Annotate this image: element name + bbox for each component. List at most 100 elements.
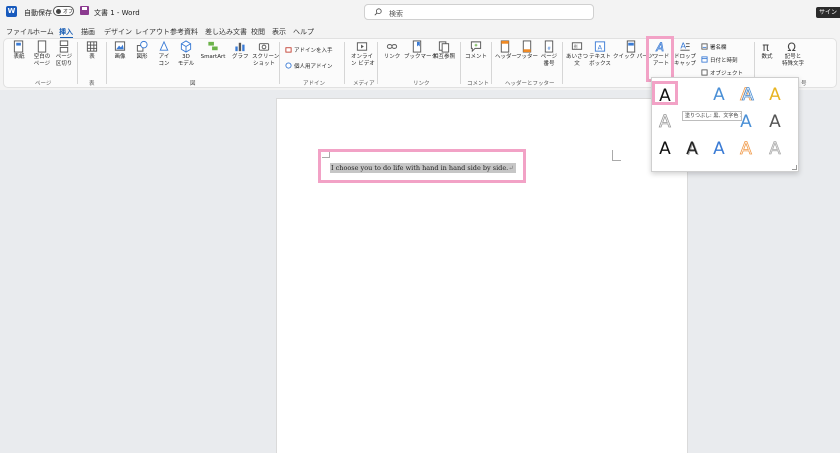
word-app-icon: W [6,6,17,17]
link-button[interactable]: リンク [383,40,401,61]
wordart-style-gray-outline[interactable]: A [652,110,678,134]
comment-button[interactable]: コメント [465,40,487,61]
save-icon[interactable] [80,6,89,15]
page-number-button[interactable]: # ページ 番号 [540,40,558,68]
table-icon [86,41,98,52]
symbol-button[interactable]: Ω 記号と 特殊文字 [779,40,807,68]
bar-chart-icon [235,42,245,52]
my-addins-button[interactable]: 個人用アドイン [285,62,333,70]
wordart-style-blue-fill[interactable]: A [706,83,732,107]
group-label-addins: アドイン [303,81,326,87]
group-separator [562,42,563,84]
group-separator [344,42,345,84]
tab-view[interactable]: 表示 [272,27,286,37]
textbox-button[interactable]: A テキスト ボックス [589,40,611,68]
tab-mailings[interactable]: 差し込み文書 [205,27,247,37]
bookmark-button[interactable]: ブックマーク [404,40,437,61]
ribbon-tabs: ファイル ホーム 挿入 描画 デザイン レイアウト 参考資料 差し込み文書 校閲… [0,24,840,39]
tab-insert[interactable]: 挿入 [59,27,73,37]
margin-corner-mark [612,150,621,161]
store-icon [285,47,292,53]
group-label-comments: コメント [467,81,490,87]
smartart-icon [208,41,218,51]
wordart-tooltip: 塗りつぶし: 黒、文字色 1; 影 [682,111,742,121]
equation-button[interactable]: π 数式 [759,40,775,61]
page-break-icon [59,40,69,53]
wordart-style-blue-bold[interactable]: A [706,137,732,161]
header-button[interactable]: ヘッダー [495,40,517,61]
greeting-icon: 例 [571,42,583,50]
picture-button[interactable]: 画像 [112,40,128,61]
cross-reference-button[interactable]: 相互参照 [432,40,456,61]
tab-layout[interactable]: レイアウト [135,27,170,37]
toggle-knob [56,8,61,14]
group-label-links: リンク [413,81,430,87]
shape-button[interactable]: 図形 [134,40,150,61]
group-label-symbols: 号 [801,81,807,87]
comment-icon [470,41,482,53]
wordart-style-gold-fill[interactable]: A [762,83,788,107]
object-button[interactable]: オブジェクト [701,69,743,77]
tab-design[interactable]: デザイン [104,27,132,37]
drop-cap-button[interactable]: A ドロップ キャップ [673,40,697,68]
text-highlight-annotation [318,149,526,183]
header-icon [500,40,510,53]
footer-button[interactable]: フッター [516,40,538,61]
group-separator [377,42,378,84]
signin-button[interactable]: サイン [816,7,840,18]
3d-models-button[interactable]: 3D モデル [177,40,195,68]
textbox-icon: A [594,41,606,52]
drop-cap-icon: A [680,40,690,51]
document-title: 文書 1 - Word [94,9,140,17]
smartart-button[interactable]: SmartArt [199,40,227,61]
get-addins-button[interactable]: アドインを入手 [285,46,333,54]
wordart-style-dark-gray[interactable]: A [762,110,788,134]
wordart-style-light-gray[interactable]: A [762,137,788,161]
blank-page-button[interactable]: 空白の ページ [31,40,53,68]
search-icon [374,8,382,16]
signature-icon [701,43,708,50]
screenshot-button[interactable]: スクリーン ショット [252,40,279,68]
autosave-toggle[interactable]: オフ [53,6,74,16]
group-label-header-footer: ヘッダーとフッター [505,81,555,87]
group-separator [106,42,107,84]
footer-icon [522,40,532,53]
wordart-style-black-bold[interactable]: A [652,137,678,161]
link-icon [386,44,398,49]
camera-icon [258,43,270,51]
svg-text:例: 例 [574,44,578,49]
group-separator [491,42,492,84]
date-time-button[interactable]: 日付と時刻 [701,56,738,64]
wordart-style-black-fill[interactable]: A [652,81,678,106]
wordart-style-orange-glow[interactable]: A [733,137,759,161]
signature-line-button[interactable]: 署名欄 [701,43,727,51]
gallery-resize-grip[interactable] [792,165,797,170]
tab-references[interactable]: 参考資料 [170,27,198,37]
svg-text:Ω: Ω [787,41,796,53]
quick-parts-icon [626,40,636,53]
group-separator [77,42,78,84]
tab-help[interactable]: ヘルプ [293,27,314,37]
greeting-button[interactable]: 例 あいさつ 文 [566,40,588,68]
tab-review[interactable]: 校閲 [251,27,265,37]
quick-parts-button[interactable]: クイック パーツ [613,40,653,61]
page-break-button[interactable]: ページ 区切り [54,40,74,68]
omega-icon: Ω [787,41,796,53]
tab-file[interactable]: ファイル [6,27,34,37]
chart-button[interactable]: グラフ [232,40,249,61]
tab-draw[interactable]: 描画 [81,27,95,37]
group-label-tables: 表 [89,81,95,87]
icons-button[interactable]: アイ コン [156,40,172,68]
wordart-style-black-shadow[interactable]: A [679,137,705,161]
search-box[interactable]: 検索 [364,4,594,20]
pi-icon: π [762,41,769,53]
wordart-style-blue-outline[interactable]: A [735,83,761,107]
group-separator [460,42,461,84]
page-number-icon: # [544,40,554,53]
cover-page-button[interactable]: 表紙 [10,40,28,61]
svg-text:A: A [598,43,603,51]
table-button[interactable]: 表 [83,40,101,61]
online-video-button[interactable]: オンライ ン ビデオ [351,40,375,68]
tab-home[interactable]: ホーム [33,27,54,37]
calendar-icon [701,56,708,63]
